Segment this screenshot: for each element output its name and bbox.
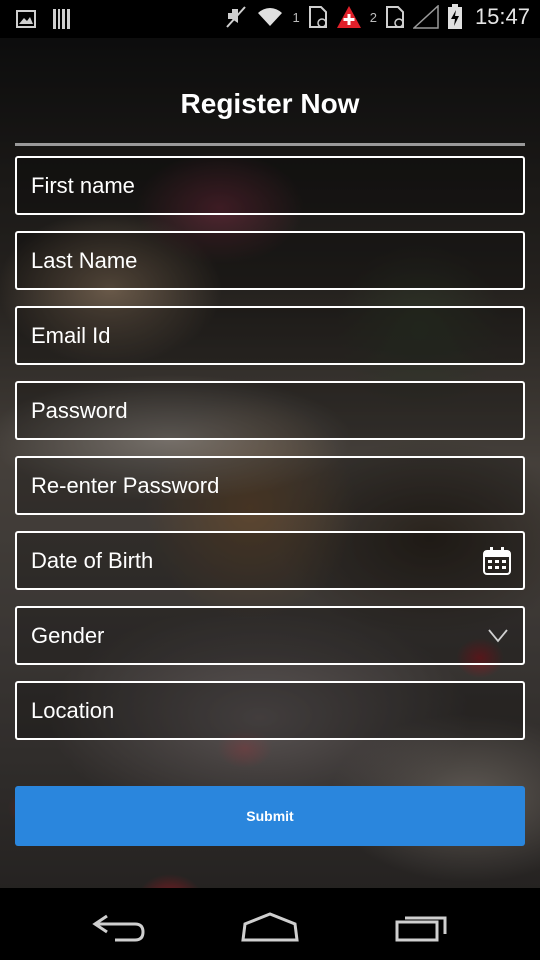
location-field-container	[15, 681, 525, 740]
date-of-birth-field-container	[15, 531, 525, 590]
status-time: 15:47	[474, 4, 530, 29]
calendar-icon[interactable]	[481, 545, 513, 577]
reenter-password-field-container	[15, 456, 525, 515]
last-name-field-container	[15, 231, 525, 290]
sim2-label: 2	[369, 9, 377, 25]
back-icon[interactable]	[85, 906, 155, 946]
wifi-icon	[258, 8, 283, 26]
submit-button[interactable]: Submit	[15, 786, 525, 846]
email-input[interactable]	[17, 308, 523, 363]
last-name-input[interactable]	[17, 233, 523, 288]
sim1-icon	[308, 6, 327, 28]
status-bar: 1 2 15:47	[0, 0, 540, 38]
location-input[interactable]	[17, 683, 523, 738]
email-field-container	[15, 306, 525, 365]
reenter-password-input[interactable]	[17, 458, 523, 513]
title-divider	[15, 143, 525, 146]
barcode-icon	[53, 9, 70, 29]
signal-icon	[412, 5, 439, 29]
date-of-birth-input[interactable]	[17, 533, 523, 588]
register-screen: 1 2 15:47 Register Now First name Last N…	[0, 0, 540, 960]
chevron-down-icon[interactable]	[487, 624, 509, 646]
alert-icon	[336, 6, 361, 28]
mute-icon	[226, 6, 247, 28]
image-icon	[16, 10, 36, 28]
sim1-label: 1	[292, 9, 300, 25]
password-input[interactable]	[17, 383, 523, 438]
recents-icon[interactable]	[385, 906, 455, 946]
navigation-bar	[0, 888, 540, 960]
first-name-field-container	[15, 156, 525, 215]
battery-icon	[447, 4, 462, 29]
first-name-input[interactable]	[17, 158, 523, 213]
home-icon[interactable]	[235, 906, 305, 946]
gender-select[interactable]	[17, 608, 523, 663]
gender-field-container[interactable]	[15, 606, 525, 665]
password-field-container	[15, 381, 525, 440]
sim2-icon	[385, 6, 404, 28]
page-title: Register Now	[180, 88, 360, 119]
